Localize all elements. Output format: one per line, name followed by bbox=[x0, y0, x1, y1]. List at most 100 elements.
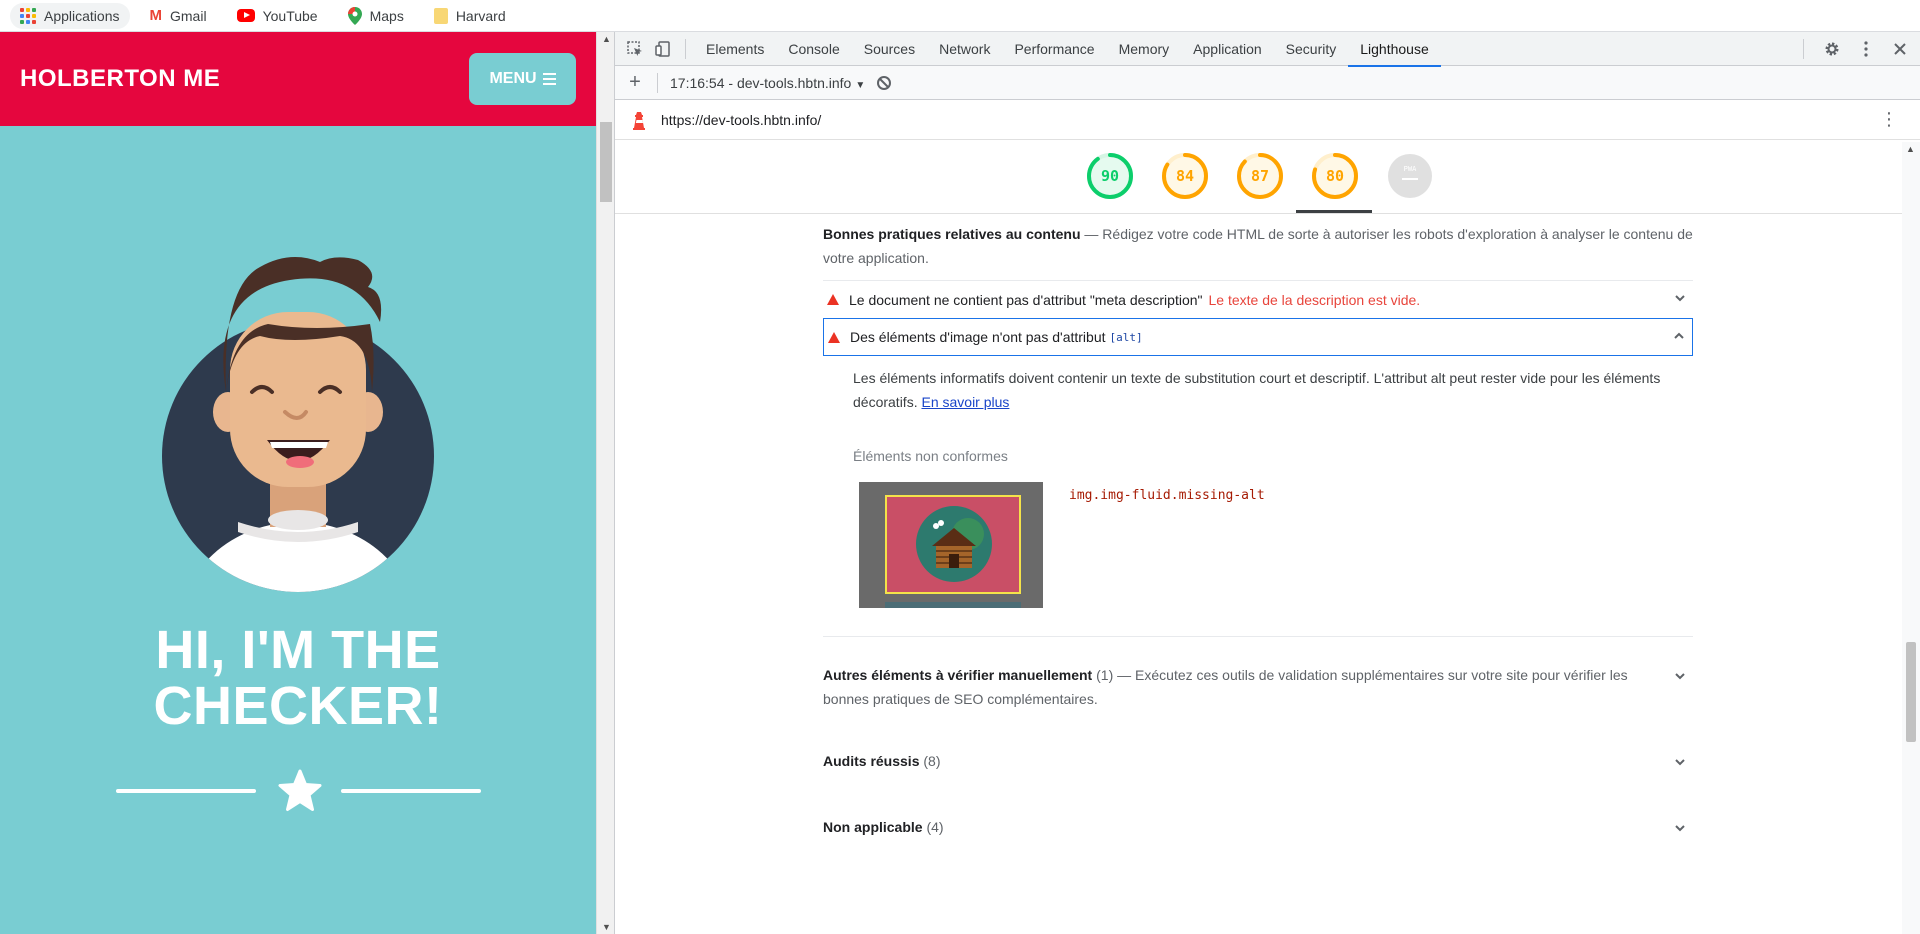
bookmark-label: Gmail bbox=[170, 7, 207, 24]
tab-console[interactable]: Console bbox=[776, 32, 851, 66]
gauge-pwa[interactable]: PWA bbox=[1386, 152, 1434, 200]
bookmark-applications[interactable]: Applications bbox=[10, 2, 130, 29]
dropdown-caret-icon: ▼ bbox=[855, 79, 866, 91]
scrollbar-thumb[interactable] bbox=[600, 122, 612, 202]
gauge-score: 87 bbox=[1250, 167, 1270, 185]
hero-line-1: HI, I'M THE bbox=[155, 620, 441, 680]
clear-reports-icon[interactable] bbox=[877, 75, 892, 90]
inspect-element-icon[interactable] bbox=[621, 35, 649, 63]
element-selector[interactable]: img.img-fluid.missing-alt bbox=[1069, 488, 1265, 503]
bookmark-label: Applications bbox=[44, 7, 120, 24]
report-select[interactable]: 17:16:54 - dev-tools.hbtn.info ▼ bbox=[670, 75, 865, 91]
hero-heading: HI, I'M THE CHECKER! bbox=[0, 622, 596, 734]
element-highlight-box bbox=[885, 495, 1021, 594]
tab-lighthouse[interactable]: Lighthouse bbox=[1348, 32, 1441, 67]
report-menu-icon[interactable]: ⋮ bbox=[1880, 110, 1898, 128]
report-scrollbar[interactable]: ▲ bbox=[1902, 142, 1920, 934]
gauge-score: 80 bbox=[1325, 167, 1345, 185]
audit-code: [alt] bbox=[1109, 330, 1143, 344]
hamburger-icon bbox=[542, 73, 556, 85]
bookmark-youtube[interactable]: YouTube bbox=[227, 3, 328, 29]
group-count: (1) bbox=[1096, 667, 1114, 683]
bookmark-gmail[interactable]: M Gmail bbox=[140, 3, 217, 29]
group-title: Audits réussis bbox=[823, 753, 920, 769]
divider-line bbox=[341, 789, 481, 793]
website-viewport: HOLBERTON ME MENU HI, I'M THE CHECKER! bbox=[0, 32, 596, 934]
tab-performance[interactable]: Performance bbox=[1002, 32, 1106, 66]
report-url[interactable]: https://dev-tools.hbtn.info/ bbox=[661, 112, 821, 128]
group-count: (4) bbox=[926, 819, 944, 835]
tab-network[interactable]: Network bbox=[927, 32, 1002, 66]
youtube-icon bbox=[236, 9, 255, 22]
audit-error: Le texte de la description est vide. bbox=[1208, 291, 1421, 308]
tab-security[interactable]: Security bbox=[1274, 32, 1349, 66]
cabin-image bbox=[916, 506, 992, 582]
scroll-up-arrow[interactable]: ▲ bbox=[602, 34, 611, 44]
group-count: (8) bbox=[923, 753, 941, 769]
report-select-label: 17:16:54 - dev-tools.hbtn.info bbox=[670, 74, 852, 91]
chevron-down-icon bbox=[1675, 759, 1685, 766]
folder-icon bbox=[433, 7, 448, 24]
scrollbar-thumb[interactable] bbox=[1906, 642, 1916, 742]
devtools-actions bbox=[1795, 35, 1914, 63]
group-title: Non applicable bbox=[823, 819, 923, 835]
audit-meta-description[interactable]: Le document ne contient pas d'attribut "… bbox=[823, 280, 1693, 318]
scroll-down-arrow[interactable]: ▼ bbox=[602, 922, 611, 932]
settings-gear-icon[interactable] bbox=[1818, 35, 1846, 63]
apps-grid-icon bbox=[20, 7, 36, 24]
failing-elements-label: Éléments non conformes bbox=[853, 448, 1008, 464]
gmail-icon: M bbox=[149, 6, 163, 24]
gauge-score: 90 bbox=[1100, 167, 1120, 185]
chevron-down-icon bbox=[1675, 295, 1685, 302]
group-manual-checks[interactable]: Autres éléments à vérifier manuellement … bbox=[823, 637, 1693, 711]
divider-line bbox=[116, 789, 256, 793]
audit-image-alt[interactable]: Des éléments d'image n'ont pas d'attribu… bbox=[823, 318, 1693, 356]
chevron-down-icon bbox=[1675, 673, 1685, 680]
report-url-bar: https://dev-tools.hbtn.info/ ⋮ bbox=[615, 100, 1920, 140]
gauge-performance[interactable]: 90 bbox=[1086, 152, 1134, 200]
star-divider bbox=[116, 768, 481, 814]
bookmarks-bar: Applications M Gmail YouTube Maps Harvar… bbox=[0, 0, 1920, 32]
tab-memory[interactable]: Memory bbox=[1107, 32, 1182, 66]
group-not-applicable[interactable]: Non applicable (4) bbox=[823, 777, 1693, 843]
element-screenshot-thumbnail bbox=[859, 482, 1043, 608]
gauge-best-practices[interactable]: 87 bbox=[1236, 152, 1284, 200]
lighthouse-logo-icon bbox=[633, 111, 645, 130]
gauge-accessibility[interactable]: 84 bbox=[1161, 152, 1209, 200]
scroll-up-arrow[interactable]: ▲ bbox=[1906, 144, 1915, 154]
bookmark-label: YouTube bbox=[262, 7, 318, 24]
new-report-plus-icon[interactable]: + bbox=[625, 71, 645, 94]
bookmark-maps[interactable]: Maps bbox=[338, 3, 414, 29]
seo-category-content: Bonnes pratiques relatives au contenu — … bbox=[823, 222, 1693, 843]
menu-button[interactable]: MENU bbox=[469, 53, 576, 105]
tab-sources[interactable]: Sources bbox=[852, 32, 927, 66]
learn-more-link[interactable]: En savoir plus bbox=[921, 394, 1009, 410]
active-gauge-indicator bbox=[1296, 210, 1372, 213]
bookmark-harvard[interactable]: Harvard bbox=[424, 3, 516, 29]
page-scrollbar[interactable]: ▲ ▼ bbox=[596, 32, 614, 934]
tab-application[interactable]: Application bbox=[1181, 32, 1274, 66]
toolbar-separator bbox=[685, 38, 686, 59]
score-gauges: 90 84 87 80 PWA bbox=[615, 142, 1905, 214]
group-passed-audits[interactable]: Audits réussis (8) bbox=[823, 711, 1693, 777]
more-options-icon[interactable] bbox=[1852, 35, 1880, 63]
star-icon bbox=[278, 769, 322, 811]
maps-icon bbox=[347, 6, 362, 25]
device-toolbar-icon[interactable] bbox=[649, 35, 677, 63]
group-title: Autres éléments à vérifier manuellement bbox=[823, 667, 1093, 683]
section-header: Bonnes pratiques relatives au contenu — … bbox=[823, 222, 1693, 270]
toolbar-separator bbox=[1803, 39, 1804, 59]
bookmark-label: Harvard bbox=[455, 7, 506, 24]
failing-element-row[interactable]: img.img-fluid.missing-alt bbox=[823, 474, 1693, 624]
audit-title: Des éléments d'image n'ont pas d'attribu… bbox=[850, 329, 1106, 345]
chevron-down-icon bbox=[1675, 825, 1685, 832]
fail-triangle-icon bbox=[827, 294, 839, 305]
bookmark-label: Maps bbox=[369, 7, 404, 24]
avatar-illustration bbox=[162, 257, 434, 592]
site-brand[interactable]: HOLBERTON ME bbox=[20, 65, 220, 93]
tab-elements[interactable]: Elements bbox=[694, 32, 776, 66]
gauge-seo[interactable]: 80 bbox=[1311, 152, 1359, 200]
close-icon[interactable] bbox=[1886, 35, 1914, 63]
gauge-score: PWA bbox=[1403, 165, 1417, 173]
site-navbar: HOLBERTON ME MENU bbox=[0, 32, 596, 126]
